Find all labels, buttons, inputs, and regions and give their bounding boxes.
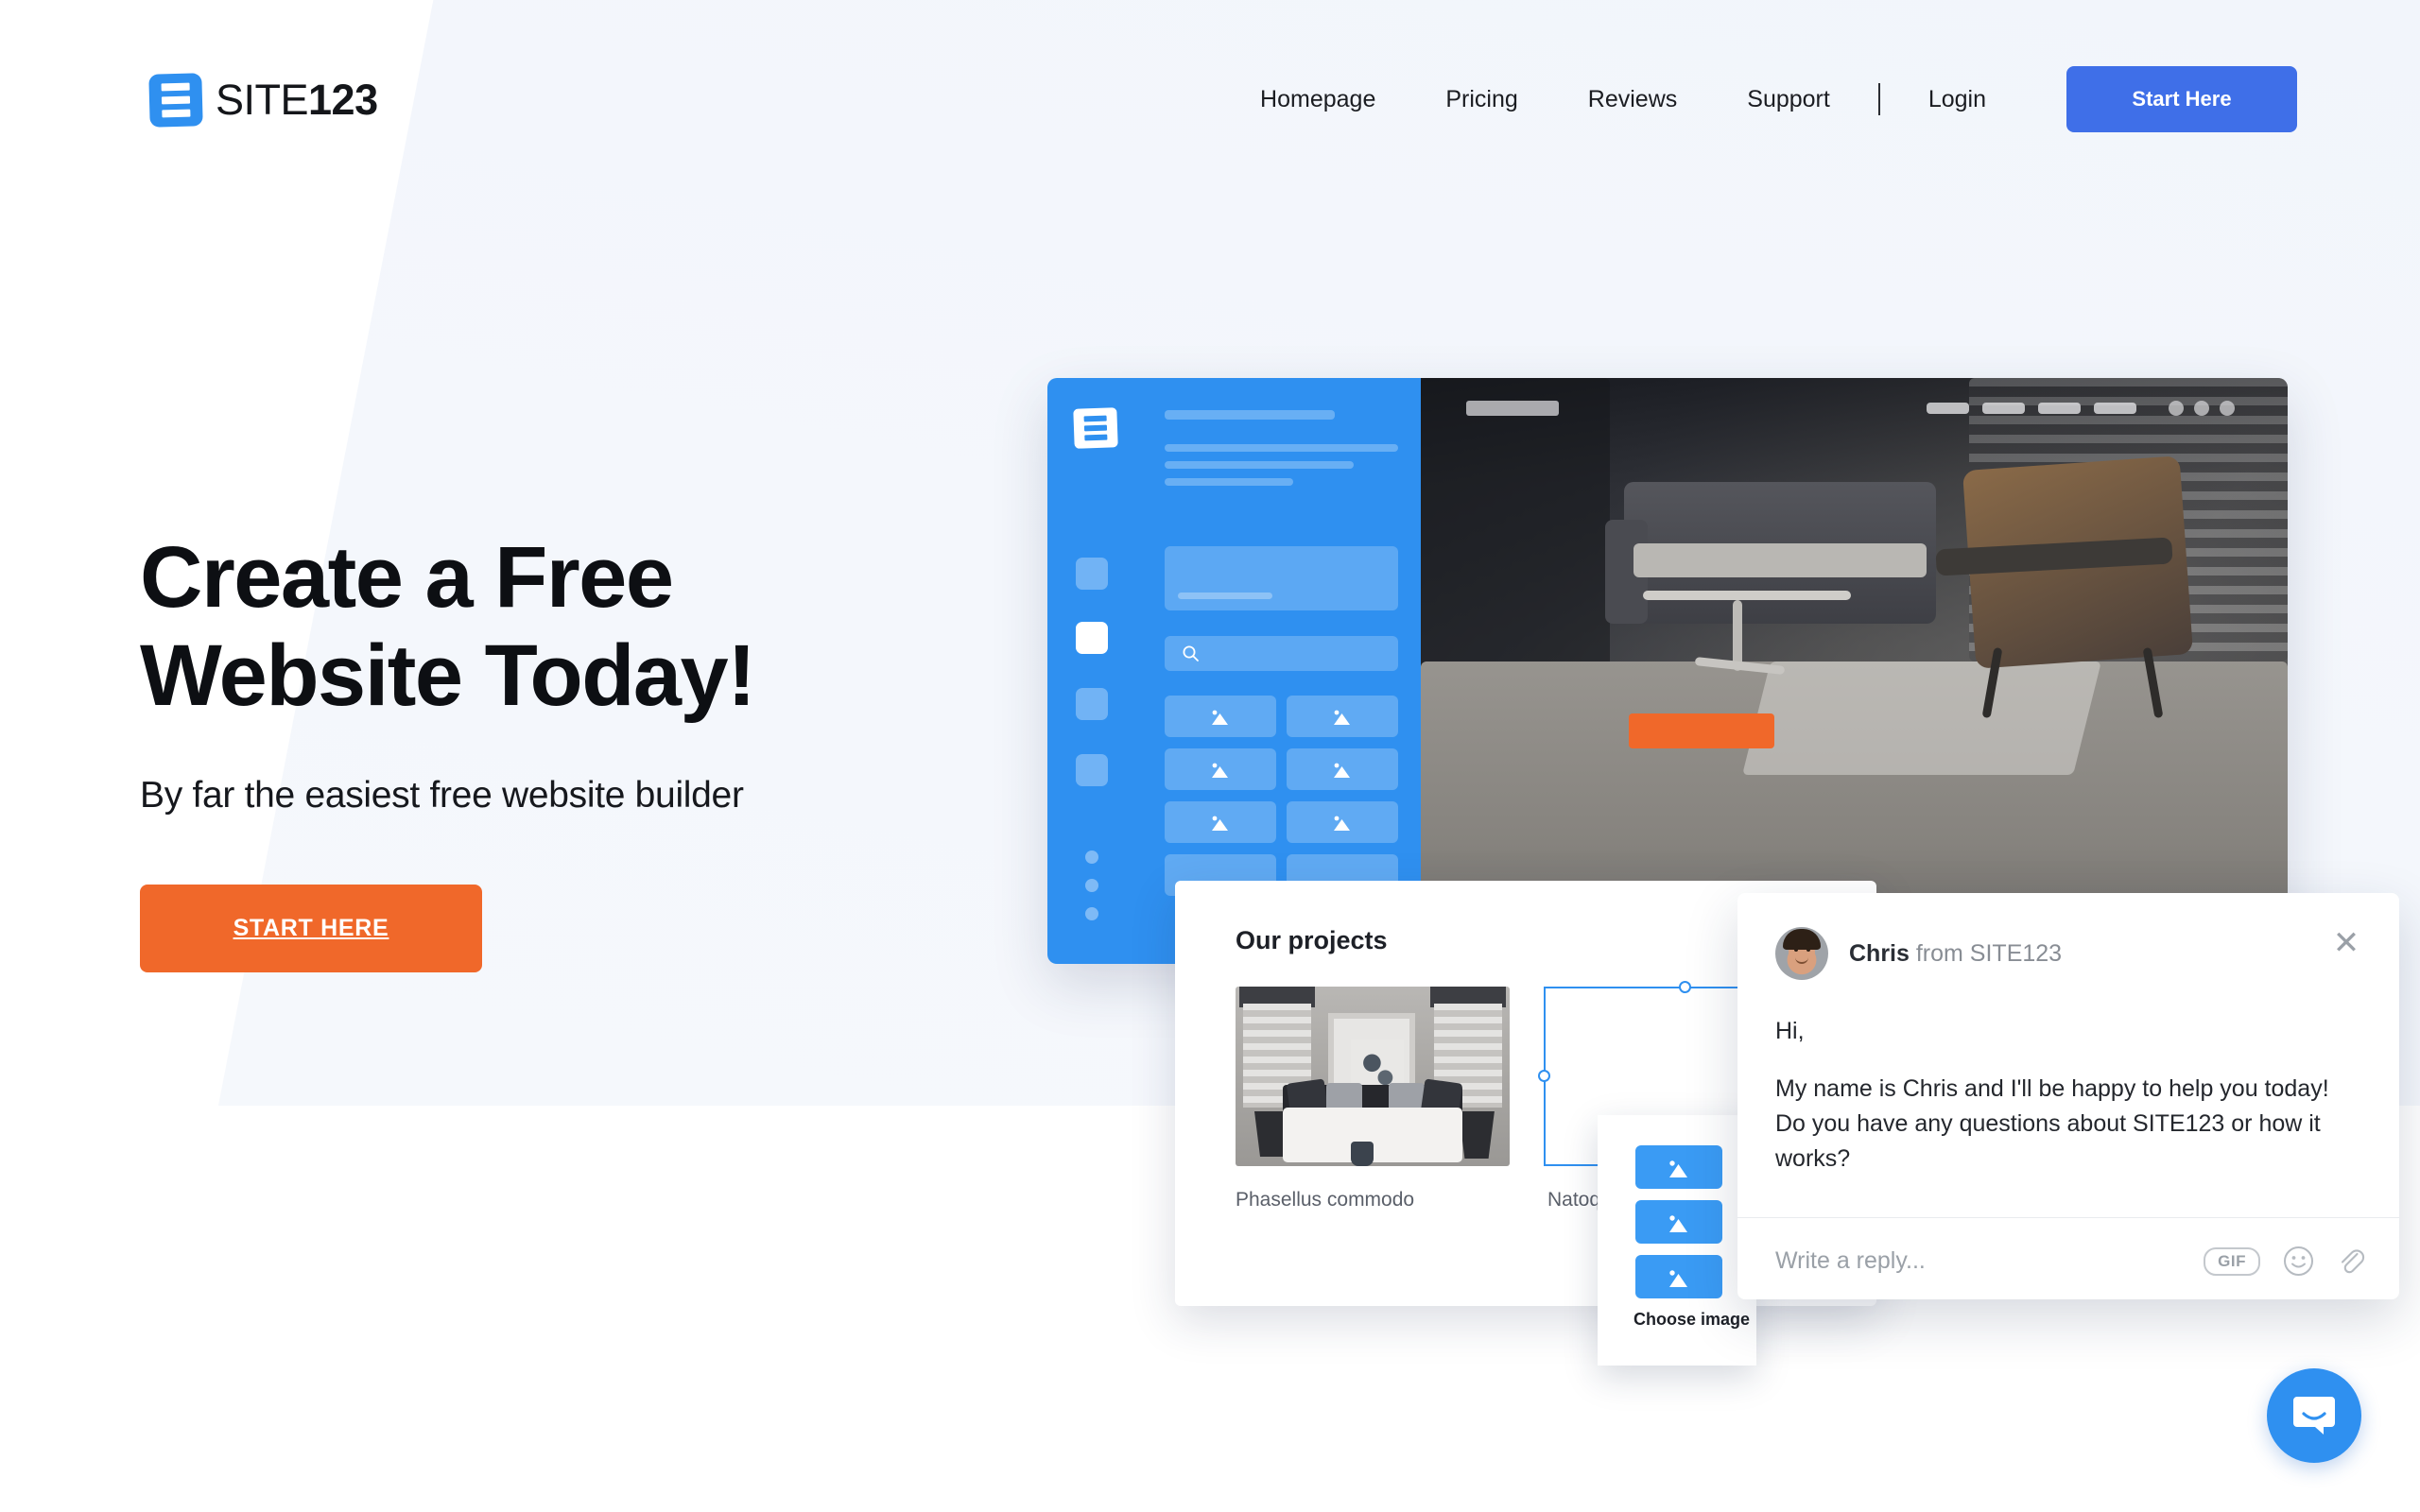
choose-image-popover: Choose image <box>1598 1115 1756 1366</box>
site-header: SITE123 Homepage Pricing Reviews Support… <box>0 0 2420 180</box>
preview-photo-sofa-seat <box>1634 543 1927 577</box>
panel-image-thumb[interactable] <box>1287 801 1398 843</box>
choose-image-tile[interactable] <box>1635 1200 1722 1244</box>
panel-image-thumb[interactable] <box>1287 748 1398 790</box>
chat-messages: Hi, My name is Chris and I'll be happy t… <box>1775 1014 2342 1177</box>
chat-message: My name is Chris and I'll be happy to he… <box>1775 1075 2329 1172</box>
chat-agent-label: Chris from SITE123 <box>1849 940 2062 968</box>
projects-title: Our projects <box>1236 926 1388 954</box>
preview-nav-item <box>2038 403 2081 414</box>
landing-page: SITE123 Homepage Pricing Reviews Support… <box>0 0 2420 1512</box>
rail-overflow-dot <box>1085 850 1098 864</box>
panel-content-block[interactable] <box>1165 546 1398 610</box>
preview-logo-placeholder <box>1466 401 1559 416</box>
preview-window-dots <box>2169 401 2235 416</box>
nav-item-login[interactable]: Login <box>1893 86 2021 113</box>
site123-mini-logo-icon <box>1073 407 1118 449</box>
panel-image-thumb[interactable] <box>1165 801 1276 843</box>
hero-section: Create a Free Website Today! By far the … <box>140 529 756 972</box>
preview-nav-item <box>1982 403 2025 414</box>
preview-nav-placeholders <box>1927 403 2136 414</box>
main-navigation: Homepage Pricing Reviews Support Login S… <box>1225 66 2297 132</box>
agent-avatar <box>1775 927 1828 980</box>
brand-logo[interactable]: SITE123 <box>148 73 378 128</box>
search-icon <box>1183 645 1199 662</box>
chat-divider <box>1737 1217 2399 1218</box>
selection-handle-left[interactable] <box>1538 1070 1550 1082</box>
nav-separator <box>1877 83 1880 115</box>
image-placeholder-icon <box>1334 710 1350 725</box>
project-caption: Phasellus commodo <box>1236 1189 1415 1211</box>
preview-photo-rug <box>1742 662 2101 775</box>
nav-item-pricing[interactable]: Pricing <box>1410 86 1552 113</box>
chat-message: Hi, <box>1775 1018 1805 1044</box>
hero-heading: Create a Free Website Today! <box>140 529 756 726</box>
image-placeholder-icon <box>1334 816 1350 831</box>
builder-side-panel <box>1142 378 1421 964</box>
rail-overflow-dot <box>1085 907 1098 920</box>
builder-site-preview[interactable] <box>1421 378 2288 964</box>
paperclip-icon[interactable] <box>2337 1246 2365 1277</box>
preview-photo-table <box>1643 591 1851 600</box>
project-item[interactable]: Phasellus commodo <box>1236 987 1510 1211</box>
hero-heading-line1: Create a Free <box>140 529 674 626</box>
image-placeholder-icon <box>1334 763 1350 778</box>
chat-tools: GIF <box>2204 1246 2365 1277</box>
rail-icon-widgets[interactable] <box>1076 558 1108 590</box>
project-thumbnail <box>1236 987 1510 1166</box>
chat-agent-name: Chris <box>1849 939 1910 967</box>
hero-subheading: By far the easiest free website builder <box>140 774 744 816</box>
brand-logo-text-bold: 123 <box>308 76 378 124</box>
close-icon[interactable]: ✕ <box>2329 927 2363 961</box>
intercom-launcher-button[interactable] <box>2267 1368 2361 1463</box>
image-placeholder-icon <box>1212 763 1228 778</box>
gif-button[interactable]: GIF <box>2204 1246 2260 1276</box>
image-placeholder-icon <box>1212 710 1228 725</box>
image-placeholder-icon <box>1669 1160 1687 1177</box>
panel-image-thumb[interactable] <box>1287 696 1398 737</box>
smiley-icon[interactable] <box>2283 1246 2314 1277</box>
panel-image-thumb[interactable] <box>1165 696 1276 737</box>
panel-image-thumb[interactable] <box>1165 748 1276 790</box>
rail-overflow-dot <box>1085 879 1098 892</box>
image-placeholder-icon <box>1669 1214 1687 1232</box>
panel-placeholder-line <box>1165 478 1293 486</box>
rail-icon-settings[interactable] <box>1076 754 1108 786</box>
nav-item-reviews[interactable]: Reviews <box>1553 86 1712 113</box>
chat-reply-input[interactable]: Write a reply... <box>1775 1247 1926 1275</box>
panel-placeholder-line <box>1165 410 1335 420</box>
nav-item-homepage[interactable]: Homepage <box>1225 86 1410 113</box>
hero-start-here-button[interactable]: START HERE <box>140 884 482 972</box>
preview-nav-item <box>2094 403 2136 414</box>
choose-image-tile[interactable] <box>1635 1145 1722 1189</box>
image-placeholder-icon <box>1669 1269 1687 1287</box>
hero-heading-line2: Website Today! <box>140 627 756 724</box>
builder-mockup <box>1047 378 2288 964</box>
preview-cta-placeholder[interactable] <box>1629 713 1774 748</box>
chat-header: Chris from SITE123 <box>1775 927 2062 980</box>
preview-top-bar <box>1421 378 2288 440</box>
brand-logo-text-regular: SITE <box>216 76 309 124</box>
choose-image-label: Choose image <box>1634 1310 1751 1329</box>
nav-item-support[interactable]: Support <box>1712 86 1865 113</box>
rail-icon-design[interactable] <box>1076 688 1108 720</box>
preview-window-dot <box>2194 401 2209 416</box>
intercom-chat-icon <box>2293 1397 2335 1435</box>
rail-icon-pages[interactable] <box>1076 622 1108 654</box>
site123-bars-logo-icon <box>148 73 203 128</box>
brand-logo-text: SITE123 <box>216 76 378 125</box>
panel-placeholder-line <box>1165 444 1398 452</box>
preview-nav-item <box>1927 403 1969 414</box>
image-placeholder-icon <box>1212 816 1228 831</box>
chat-widget: Chris from SITE123 ✕ Hi, My name is Chri… <box>1737 893 2399 1299</box>
panel-placeholder-line <box>1165 461 1354 469</box>
panel-search-input[interactable] <box>1165 636 1398 671</box>
chat-agent-from: from SITE123 <box>1909 939 2063 967</box>
preview-window-dot <box>2220 401 2235 416</box>
preview-window-dot <box>2169 401 2184 416</box>
header-start-here-button[interactable]: Start Here <box>2066 66 2297 132</box>
choose-image-tile[interactable] <box>1635 1255 1722 1298</box>
selection-handle-top[interactable] <box>1679 981 1691 993</box>
builder-icon-rail <box>1047 378 1142 964</box>
